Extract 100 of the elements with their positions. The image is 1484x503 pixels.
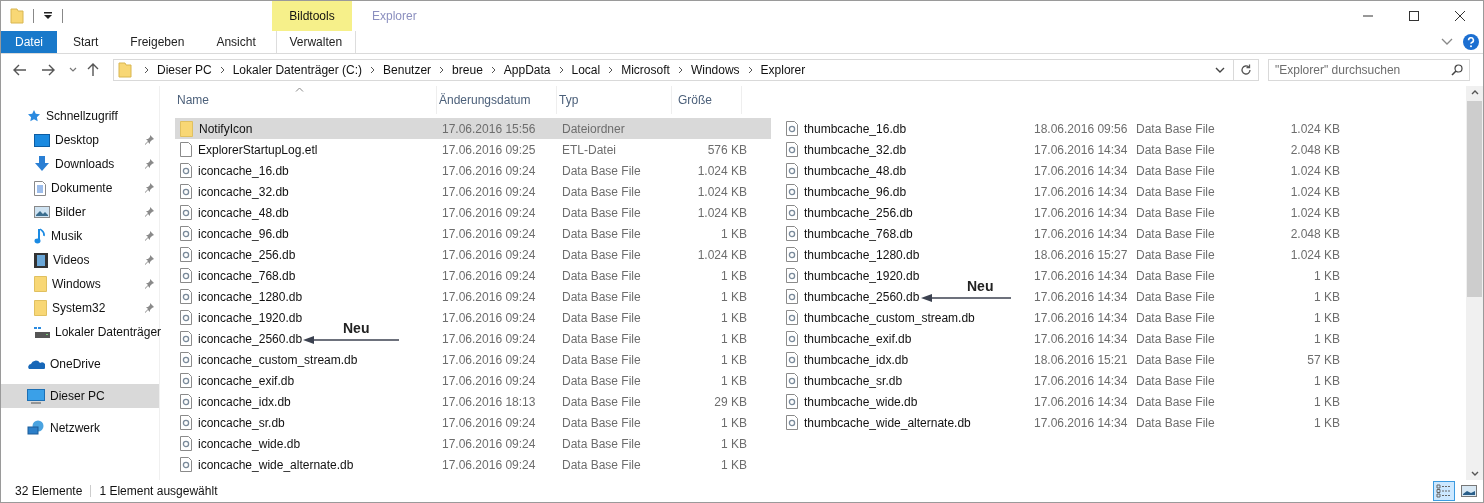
column-header[interactable]: Name bbox=[175, 86, 437, 114]
file-row[interactable]: iconcache_1280.db 17.06.2016 09:24 Data Base File 1 KB bbox=[175, 286, 771, 307]
sidebar-item[interactable]: OneDrive bbox=[1, 352, 159, 376]
refresh-icon[interactable] bbox=[1240, 64, 1252, 76]
file-row[interactable]: iconcache_16.db 17.06.2016 09:24 Data Base File 1.024 KB bbox=[175, 160, 771, 181]
file-row[interactable]: thumbcache_256.db 17.06.2016 14:34 Data Base File 1.024 KB bbox=[781, 202, 1371, 223]
file-row[interactable]: thumbcache_768.db 17.06.2016 14:34 Data Base File 2.048 KB bbox=[781, 223, 1371, 244]
scrollbar[interactable] bbox=[1466, 86, 1483, 480]
file-row[interactable]: thumbcache_idx.db 18.06.2016 15:21 Data Base File 57 KB bbox=[781, 349, 1371, 370]
breadcrumb[interactable]: AppData bbox=[503, 63, 551, 77]
file-row[interactable]: thumbcache_32.db 17.06.2016 14:34 Data Base File 2.048 KB bbox=[781, 139, 1371, 160]
pin-icon[interactable] bbox=[144, 135, 154, 145]
file-name: iconcache_48.db bbox=[198, 205, 289, 220]
file-row[interactable]: thumbcache_1280.db 18.06.2016 15:27 Data Base File 1.024 KB bbox=[781, 244, 1371, 265]
sidebar-item[interactable]: Dokumente bbox=[1, 176, 159, 200]
ribbon-tab[interactable]: Start bbox=[57, 31, 115, 53]
sidebar-item[interactable]: Musik bbox=[1, 224, 159, 248]
file-row[interactable]: iconcache_wide_alternate.db 17.06.2016 09:24 Data Base File 1 KB bbox=[175, 454, 771, 475]
file-name: thumbcache_48.db bbox=[804, 163, 907, 178]
breadcrumb[interactable]: Dieser PC bbox=[157, 63, 212, 77]
file-row[interactable]: thumbcache_96.db 17.06.2016 14:34 Data Base File 1.024 KB bbox=[781, 181, 1371, 202]
file-row[interactable]: iconcache_96.db 17.06.2016 09:24 Data Base File 1 KB bbox=[175, 223, 771, 244]
type-cell-text: Data Base File bbox=[562, 184, 642, 199]
close-icon[interactable] bbox=[1454, 10, 1466, 22]
file-name: NotifyIcon bbox=[199, 121, 253, 136]
file-row[interactable]: iconcache_32.db 17.06.2016 09:24 Data Base File 1.024 KB bbox=[175, 181, 771, 202]
column-header[interactable]: Größe bbox=[672, 86, 742, 114]
sidebar-item[interactable]: Windows bbox=[1, 272, 159, 296]
file-name: iconcache_exif.db bbox=[198, 373, 295, 388]
file-row[interactable]: thumbcache_wide.db 17.06.2016 14:34 Data Base File 1 KB bbox=[781, 391, 1371, 412]
size-cell-text: 576 KB bbox=[706, 142, 747, 157]
help-icon[interactable] bbox=[1463, 34, 1479, 50]
pin-icon[interactable] bbox=[144, 231, 154, 241]
scroll-up-icon[interactable] bbox=[1470, 90, 1479, 95]
file-row[interactable]: iconcache_256.db 17.06.2016 09:24 Data Base File 1.024 KB bbox=[175, 244, 771, 265]
sidebar-item[interactable]: Schnellzugriff bbox=[1, 104, 159, 128]
file-row[interactable]: NotifyIcon 17.06.2016 15:56 Dateiordner bbox=[175, 118, 771, 139]
search-field[interactable]: "Explorer" durchsuchen bbox=[1268, 59, 1470, 81]
breadcrumb[interactable]: Local bbox=[571, 63, 601, 77]
size-cell-text: 1.024 KB bbox=[1289, 184, 1340, 199]
file-row[interactable]: ExplorerStartupLog.etl 17.06.2016 09:25 ETL-Datei 576 KB bbox=[175, 139, 771, 160]
date-cell-text: 17.06.2016 14:34 bbox=[1034, 415, 1129, 430]
file-name: iconcache_16.db bbox=[198, 163, 289, 178]
sidebar-item[interactable]: Netzwerk bbox=[1, 416, 159, 440]
type-cell-text: Data Base File bbox=[562, 352, 642, 367]
up-icon[interactable] bbox=[87, 63, 99, 77]
ribbon-tab[interactable]: Verwalten bbox=[275, 31, 356, 53]
scroll-down-icon[interactable] bbox=[1470, 471, 1479, 476]
file-row[interactable]: thumbcache_16.db 18.06.2016 09:56 Data Base File 1.024 KB bbox=[781, 118, 1371, 139]
picture-icon bbox=[34, 206, 50, 218]
ribbon-tab[interactable]: Freigeben bbox=[114, 31, 201, 53]
file-row[interactable]: iconcache_exif.db 17.06.2016 09:24 Data Base File 1 KB bbox=[175, 370, 771, 391]
sidebar-item[interactable]: Dieser PC bbox=[1, 384, 159, 408]
column-header[interactable]: Änderungsdatum bbox=[437, 86, 557, 114]
maximize-icon[interactable] bbox=[1408, 10, 1420, 22]
dropdown-icon[interactable] bbox=[1215, 67, 1225, 73]
ribbon-tab[interactable]: Ansicht bbox=[200, 31, 272, 53]
type-cell-text: Data Base File bbox=[1136, 121, 1216, 136]
size-cell-text: 1 KB bbox=[1313, 310, 1340, 325]
expand-ribbon-icon[interactable] bbox=[1441, 38, 1453, 46]
sidebar-item[interactable]: System32 bbox=[1, 296, 159, 320]
file-row[interactable]: iconcache_idx.db 17.06.2016 18:13 Data Base File 29 KB bbox=[175, 391, 771, 412]
file-row[interactable]: thumbcache_wide_alternate.db 17.06.2016 14:34 Data Base File 1 KB bbox=[781, 412, 1371, 433]
file-row[interactable]: iconcache_custom_stream.db 17.06.2016 09:24 Data Base File 1 KB bbox=[175, 349, 771, 370]
pin-icon[interactable] bbox=[144, 183, 154, 193]
breadcrumb[interactable]: Windows bbox=[690, 63, 740, 77]
sidebar-item[interactable]: Desktop bbox=[1, 128, 159, 152]
pin-icon[interactable] bbox=[144, 207, 154, 217]
file-row[interactable]: thumbcache_48.db 17.06.2016 14:34 Data Base File 1.024 KB bbox=[781, 160, 1371, 181]
back-icon[interactable] bbox=[13, 64, 27, 76]
sidebar-item[interactable]: Lokaler Datenträger bbox=[1, 320, 159, 344]
sidebar-item[interactable]: Bilder bbox=[1, 200, 159, 224]
file-row[interactable]: iconcache_48.db 17.06.2016 09:24 Data Base File 1.024 KB bbox=[175, 202, 771, 223]
breadcrumb[interactable]: Benutzer bbox=[383, 63, 432, 77]
breadcrumb[interactable]: Lokaler Datenträger (C:) bbox=[232, 63, 363, 77]
pin-icon[interactable] bbox=[144, 303, 154, 313]
breadcrumb[interactable]: breue bbox=[452, 63, 483, 77]
pin-icon[interactable] bbox=[144, 159, 154, 169]
pin-icon[interactable] bbox=[144, 255, 154, 265]
pin-icon[interactable] bbox=[144, 279, 154, 289]
column-header[interactable]: Typ bbox=[557, 86, 672, 114]
sidebar-item[interactable]: Videos bbox=[1, 248, 159, 272]
breadcrumb[interactable]: Explorer bbox=[760, 63, 806, 77]
search-icon[interactable] bbox=[1451, 64, 1463, 76]
quick-access-dropdown-icon[interactable] bbox=[43, 11, 53, 21]
breadcrumb[interactable]: Microsoft bbox=[621, 63, 670, 77]
desktop-icon bbox=[34, 133, 50, 147]
file-row[interactable]: thumbcache_custom_stream.db 17.06.2016 14:34 Data Base File 1 KB bbox=[781, 307, 1371, 328]
file-row[interactable]: iconcache_sr.db 17.06.2016 09:24 Data Base File 1 KB bbox=[175, 412, 771, 433]
ribbon-tab[interactable]: Datei bbox=[1, 31, 57, 53]
file-row[interactable]: iconcache_wide.db 17.06.2016 09:24 Data Base File 1 KB bbox=[175, 433, 771, 454]
sidebar-item[interactable]: Downloads bbox=[1, 152, 159, 176]
forward-icon[interactable] bbox=[41, 64, 55, 76]
recent-dropdown-icon[interactable] bbox=[69, 67, 77, 73]
file-row[interactable]: iconcache_768.db 17.06.2016 09:24 Data Base File 1 KB bbox=[175, 265, 771, 286]
file-row[interactable]: thumbcache_exif.db 17.06.2016 14:34 Data Base File 1 KB bbox=[781, 328, 1371, 349]
address-bar[interactable]: Dieser PC Lokaler Datenträger (C:) Benutzer breue AppData Local Microsoft Windows Explorer bbox=[113, 59, 1259, 81]
details-view-button[interactable] bbox=[1433, 481, 1455, 501]
file-row[interactable]: thumbcache_sr.db 17.06.2016 14:34 Data Base File 1 KB bbox=[781, 370, 1371, 391]
size-cell-text: 2.048 KB bbox=[1289, 226, 1340, 241]
